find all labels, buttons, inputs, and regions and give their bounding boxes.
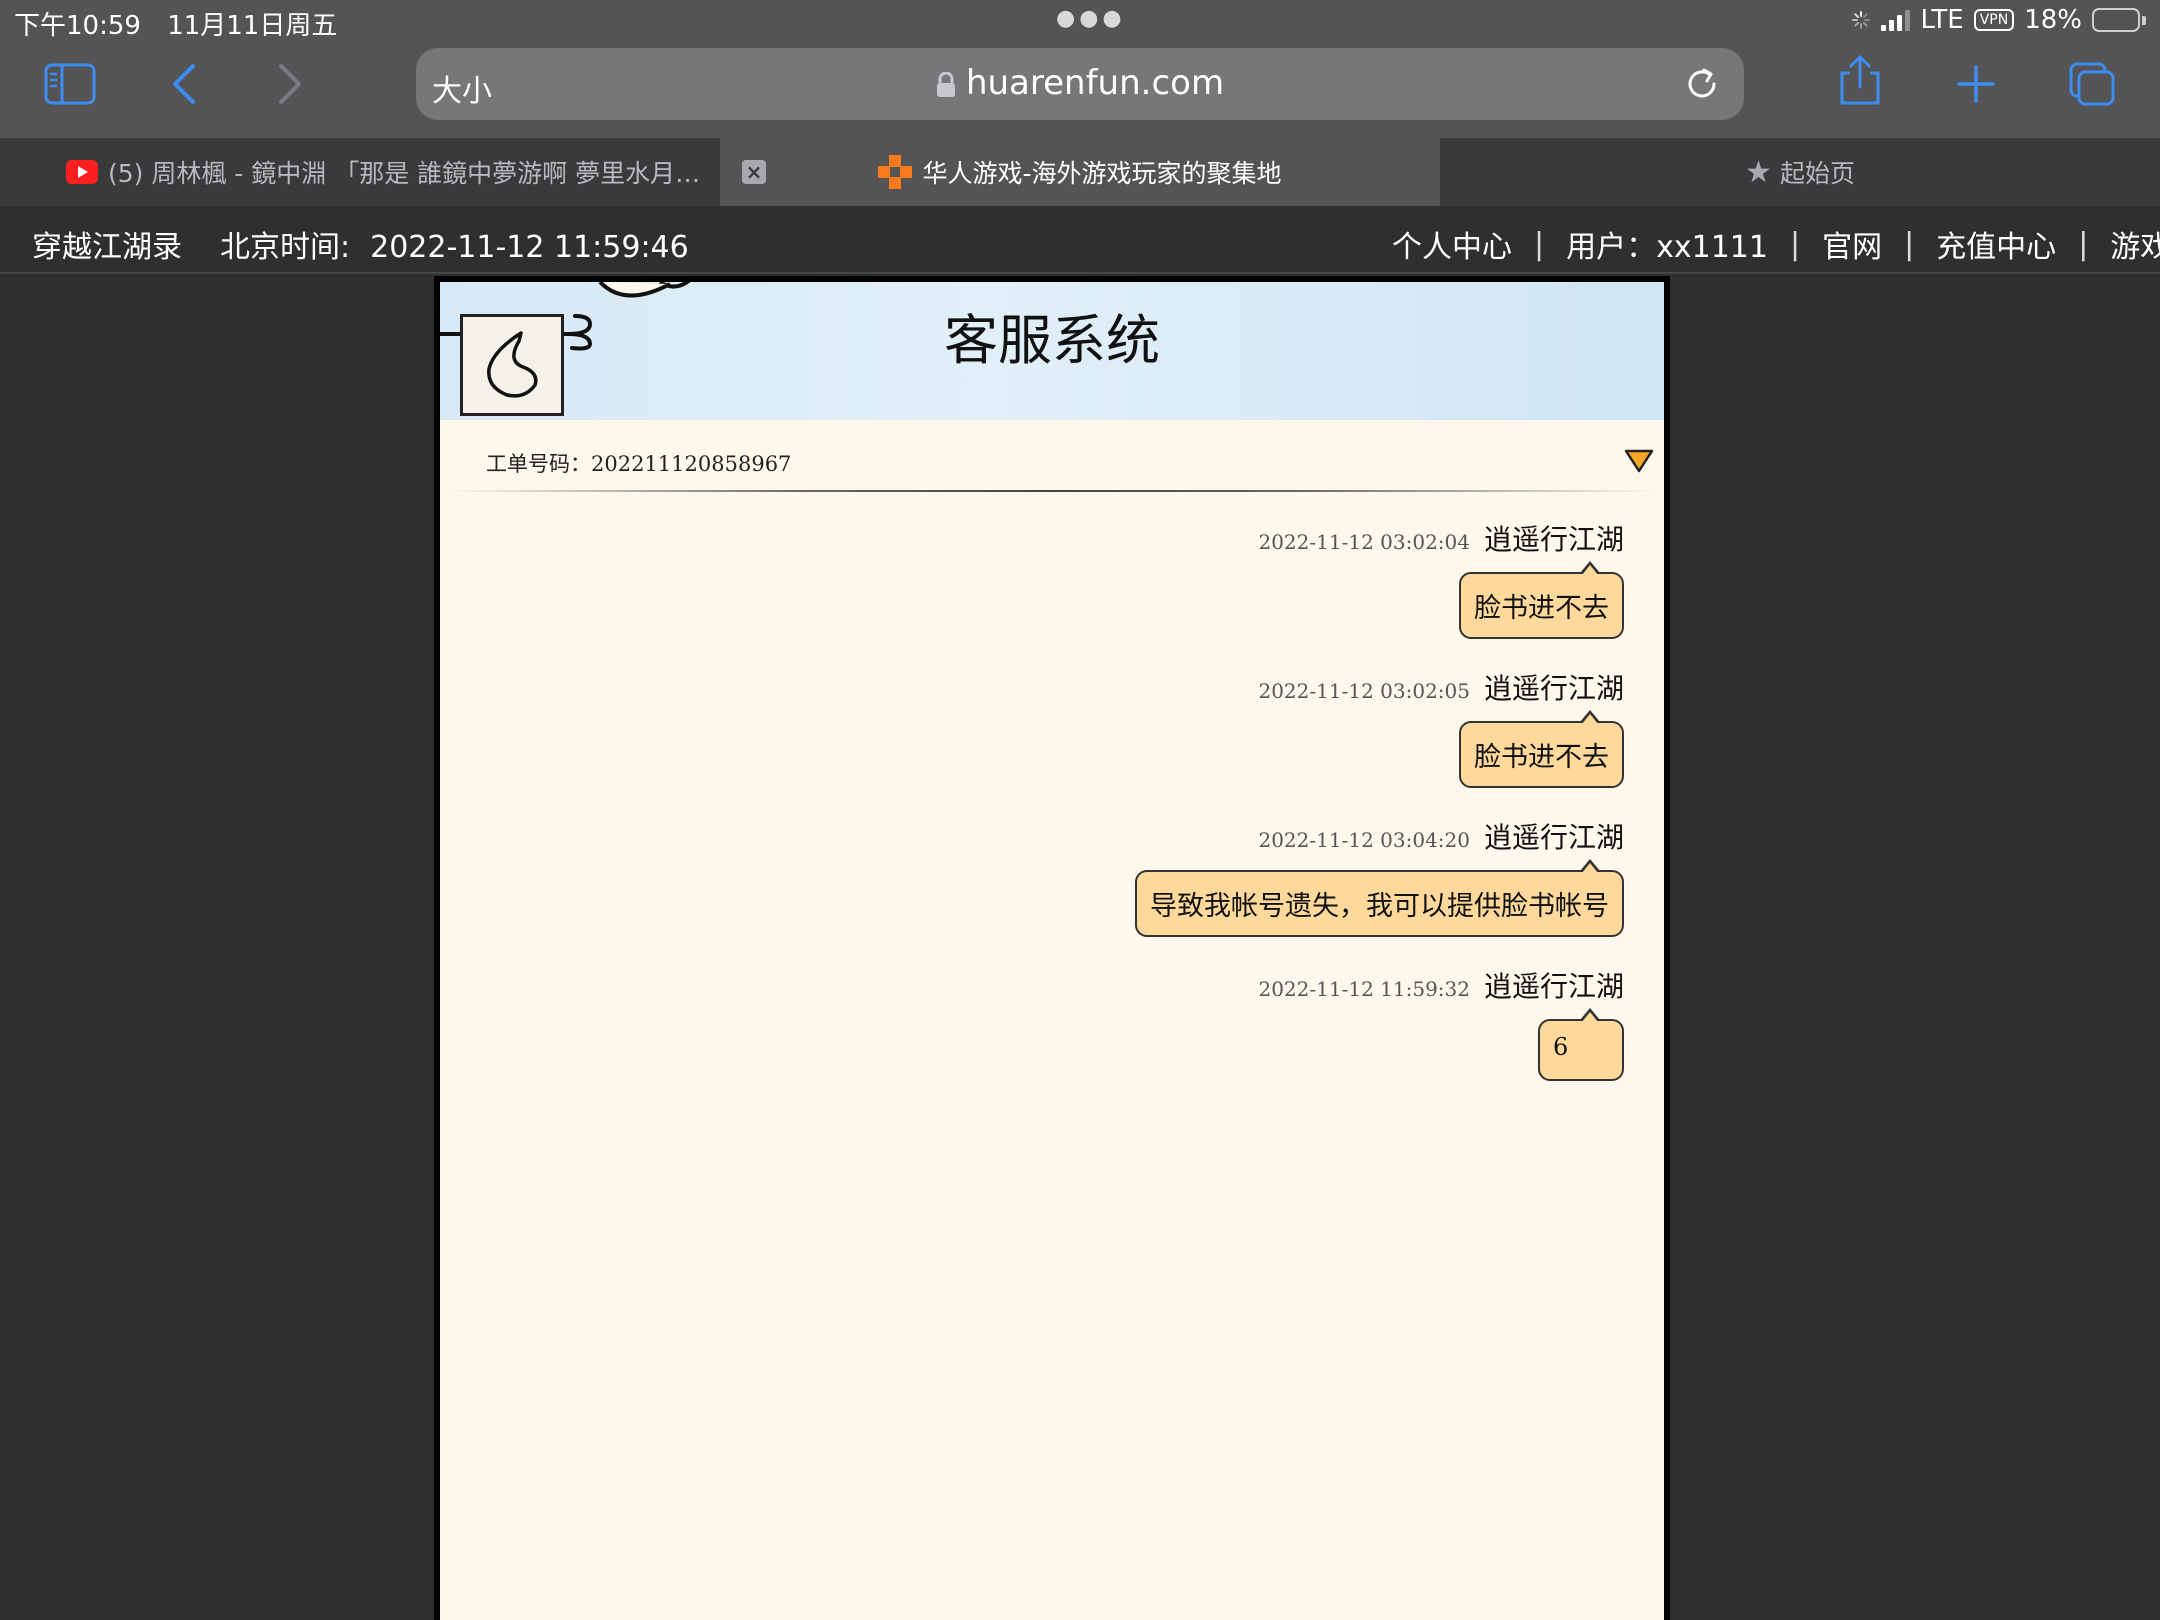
message-header: 2022-11-12 03:04:20 逍遥行江湖 — [440, 816, 1624, 856]
divider — [448, 490, 1656, 492]
status-left: 下午10:59 11月11日周五 — [14, 5, 355, 42]
nav-user[interactable]: 用户：xx1111 — [1566, 222, 1768, 266]
url-text: huarenfun.com — [965, 63, 1225, 103]
message-bubble: 导致我帐号遗失，我可以提供脸书帐号 — [1135, 859, 1624, 937]
loading-spinner-icon — [1852, 11, 1871, 29]
star-icon: ★ — [1745, 154, 1772, 190]
message-list: 2022-11-12 03:02:04 逍遥行江湖 脸书进不去 2022-11-1… — [440, 518, 1664, 1109]
back-arrow-icon[interactable] — [156, 56, 212, 112]
time-value: 2022-11-12 11:59:46 — [370, 230, 689, 265]
message-user: 逍遥行江湖 — [1483, 672, 1624, 705]
message-bubble: 6 — [1538, 1008, 1624, 1081]
customer-service-panel: 客服系统 工单号码：202211120858967 2022-11-12 03:… — [434, 276, 1670, 1620]
status-bar: 下午10:59 11月11日周五 ●●● LTE VPN 18% — [0, 0, 2160, 42]
nav-official-site[interactable]: 官网 — [1822, 222, 1882, 266]
message-user: 逍遥行江湖 — [1483, 970, 1624, 1003]
sidebar-toggle-icon[interactable] — [42, 56, 98, 112]
status-time: 下午10:59 — [14, 11, 141, 41]
message-user: 逍遥行江湖 — [1483, 523, 1624, 556]
nav-separator: | — [1904, 226, 1915, 262]
message-bubble: 脸书进不去 — [1459, 561, 1624, 639]
time-label: 北京时间: — [220, 230, 351, 265]
tab-label: 起始页 — [1779, 159, 1855, 188]
lock-icon — [936, 71, 955, 97]
tab-label: 华人游戏-海外游戏玩家的聚集地 — [922, 159, 1282, 188]
battery-icon — [2092, 8, 2146, 32]
panel-title: 客服系统 — [944, 309, 1160, 372]
tab-label: (5) 周林楓 - 鏡中淵 「那是 誰鏡中夢游啊 夢里水月… — [108, 159, 701, 188]
chat-message: 2022-11-12 11:59:32 逍遥行江湖 6 — [440, 965, 1624, 1081]
nav-separator: | — [1534, 226, 1545, 262]
ticket-row: 工单号码：202211120858967 — [440, 420, 1664, 496]
youtube-icon — [66, 160, 98, 184]
site-header: 穿越江湖录 北京时间: 2022-11-12 11:59:46 个人中心 | 用户… — [0, 206, 2160, 274]
chat-message: 2022-11-12 03:02:05 逍遥行江湖 脸书进不去 — [440, 667, 1624, 788]
battery-percent: 18% — [2024, 5, 2082, 35]
close-tab-icon[interactable]: × — [742, 160, 766, 184]
game-title[interactable]: 穿越江湖录 — [32, 222, 182, 266]
share-icon[interactable] — [1832, 52, 1888, 108]
url-display[interactable]: huarenfun.com — [416, 63, 1744, 103]
vpn-badge: VPN — [1973, 9, 2015, 31]
browser-chrome: 下午10:59 11月11日周五 ●●● LTE VPN 18% 大小 huar… — [0, 0, 2160, 138]
dropdown-triangle-icon[interactable] — [1624, 448, 1654, 474]
nav-recharge[interactable]: 充值中心 — [1936, 222, 2056, 266]
cellular-signal-icon — [1881, 9, 1911, 31]
message-time: 2022-11-12 03:04:20 — [1258, 828, 1470, 852]
status-date: 11月11日周五 — [167, 11, 338, 41]
chat-message: 2022-11-12 03:02:04 逍遥行江湖 脸书进不去 — [440, 518, 1624, 639]
network-type: LTE — [1920, 5, 1964, 35]
message-header: 2022-11-12 03:02:05 逍遥行江湖 — [440, 667, 1624, 707]
tab-strip: (5) 周林楓 - 鏡中淵 「那是 誰鏡中夢游啊 夢里水月… × 华人游戏-海外… — [0, 138, 2160, 206]
beijing-time: 北京时间: 2022-11-12 11:59:46 — [220, 222, 689, 266]
message-time: 2022-11-12 03:02:05 — [1258, 679, 1470, 703]
message-header: 2022-11-12 11:59:32 逍遥行江湖 — [440, 965, 1624, 1005]
forward-arrow-icon[interactable] — [262, 56, 318, 112]
new-tab-plus-icon[interactable] — [1948, 56, 2004, 112]
message-bubble: 脸书进不去 — [1459, 710, 1624, 788]
message-time: 2022-11-12 03:02:04 — [1258, 530, 1470, 554]
tab-overview-icon[interactable] — [2064, 56, 2120, 112]
message-time: 2022-11-12 11:59:32 — [1258, 977, 1470, 1001]
nav-separator: | — [2078, 226, 2089, 262]
game-favicon-icon — [878, 155, 913, 189]
multitasking-dots-icon[interactable]: ●●● — [1056, 6, 1126, 31]
reload-icon[interactable] — [1680, 62, 1724, 106]
nav-guide[interactable]: 游戏攻略 — [2110, 222, 2160, 266]
tab-start-page[interactable]: ★ 起始页 — [1440, 138, 2160, 206]
status-right: LTE VPN 18% — [1851, 5, 2146, 35]
message-header: 2022-11-12 03:02:04 逍遥行江湖 — [440, 518, 1624, 558]
message-user: 逍遥行江湖 — [1483, 821, 1624, 854]
panel-header: 客服系统 — [440, 282, 1664, 420]
tab-huarenfun[interactable]: × 华人游戏-海外游戏玩家的聚集地 — [720, 138, 1440, 206]
ticket-number: 工单号码：202211120858967 — [486, 452, 792, 476]
tab-youtube[interactable]: (5) 周林楓 - 鏡中淵 「那是 誰鏡中夢游啊 夢里水月… — [0, 138, 720, 206]
address-bar[interactable]: 大小 huarenfun.com — [416, 48, 1744, 120]
nav-personal-center[interactable]: 个人中心 — [1392, 222, 1512, 266]
nav-separator: | — [1789, 226, 1801, 262]
chat-message: 2022-11-12 03:04:20 逍遥行江湖 导致我帐号遗失，我可以提供脸书… — [440, 816, 1624, 937]
top-nav: 个人中心 | 用户：xx1111 | 官网 | 充值中心 | 游戏攻略 — [1392, 222, 2160, 266]
